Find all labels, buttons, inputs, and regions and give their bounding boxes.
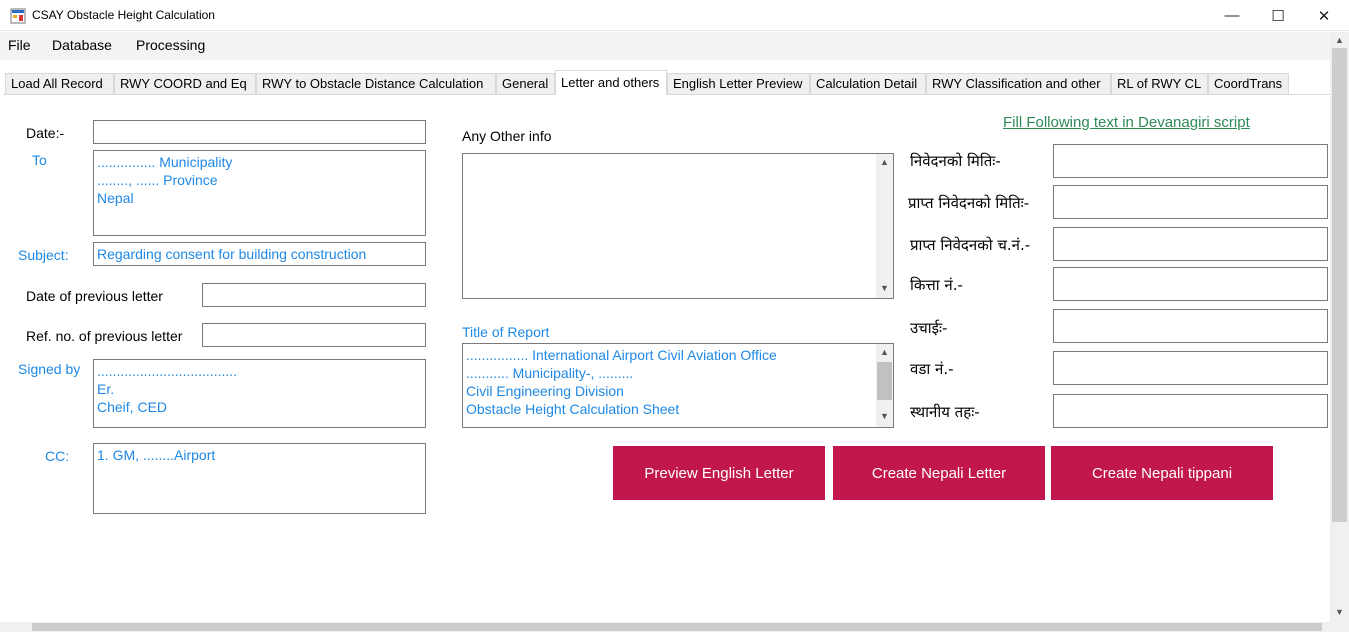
signed-by-label: Signed by xyxy=(18,361,81,377)
app-icon xyxy=(10,8,26,24)
menu-processing[interactable]: Processing xyxy=(136,37,205,53)
to-label: To xyxy=(32,152,47,168)
prev-date-label: Date of previous letter xyxy=(26,288,163,304)
tab-load-all-record[interactable]: Load All Record xyxy=(5,73,114,94)
prev-date-field[interactable] xyxy=(202,283,426,307)
window-horizontal-scroll-thumb[interactable] xyxy=(32,623,1322,631)
tab-rl-of-rwy-cl[interactable]: RL of RWY CL xyxy=(1111,73,1208,94)
close-icon: ✕ xyxy=(1317,7,1331,25)
preview-english-letter-button[interactable]: Preview English Letter xyxy=(613,446,825,500)
tab-calculation-detail[interactable]: Calculation Detail xyxy=(810,73,926,94)
minimize-button[interactable]: — xyxy=(1209,0,1255,31)
tab-english-letter-preview[interactable]: English Letter Preview xyxy=(667,73,810,94)
tab-rwy-classification[interactable]: RWY Classification and other xyxy=(926,73,1111,94)
other-info-scrollbar[interactable] xyxy=(876,154,893,298)
tab-rwy-obstacle-distance[interactable]: RWY to Obstacle Distance Calculation xyxy=(256,73,496,94)
application-date-label: निवेदनको मितिः- xyxy=(910,152,1001,170)
cc-label: CC: xyxy=(45,448,70,464)
create-nepali-letter-button[interactable]: Create Nepali Letter xyxy=(833,446,1045,500)
scroll-up-icon[interactable]: ▲ xyxy=(1331,35,1348,45)
prev-ref-label: Ref. no. of previous letter xyxy=(26,328,183,344)
date-label: Date:- xyxy=(26,125,65,141)
create-nepali-tippani-button[interactable]: Create Nepali tippani xyxy=(1051,446,1273,500)
date-field[interactable] xyxy=(93,120,426,144)
other-info-textarea[interactable] xyxy=(462,153,894,299)
local-level-field[interactable] xyxy=(1053,394,1328,428)
height-field[interactable] xyxy=(1053,309,1328,343)
height-label: उचाईः- xyxy=(910,319,948,337)
plot-number-label: कित्ता नं.- xyxy=(910,276,963,294)
application-date-field[interactable] xyxy=(1053,144,1328,178)
prev-ref-field[interactable] xyxy=(202,323,426,347)
ward-number-field[interactable] xyxy=(1053,351,1328,385)
other-info-label: Any Other info xyxy=(462,128,552,144)
tab-letter-and-others[interactable]: Letter and others xyxy=(555,70,667,95)
received-application-number-label: प्राप्त निवेदनको च.नं.- xyxy=(910,236,1031,254)
to-textarea[interactable]: ............... Municipality ........, .… xyxy=(93,150,426,236)
received-application-date-label: प्राप्त निवेदनको मितिः- xyxy=(908,194,1030,212)
tab-general[interactable]: General xyxy=(496,73,555,94)
scroll-down-icon[interactable]: ▼ xyxy=(1331,607,1348,617)
local-level-label: स्थानीय तहः- xyxy=(910,403,980,421)
menu-file[interactable]: File xyxy=(8,37,31,53)
ward-number-label: वडा नं.- xyxy=(910,360,954,378)
scroll-up-icon[interactable]: ▲ xyxy=(876,347,893,357)
cc-textarea[interactable]: 1. GM, ........Airport xyxy=(93,443,426,514)
minimize-icon: — xyxy=(1224,7,1240,24)
menu-database[interactable]: Database xyxy=(52,37,112,53)
report-title-textarea[interactable]: ................ International Airport C… xyxy=(462,343,894,428)
plot-number-field[interactable] xyxy=(1053,267,1328,301)
tab-coordtrans[interactable]: CoordTrans xyxy=(1208,73,1289,94)
received-application-date-field[interactable] xyxy=(1053,185,1328,219)
maximize-icon: ☐ xyxy=(1271,7,1285,25)
scroll-down-icon[interactable]: ▼ xyxy=(876,283,893,293)
report-title-label: Title of Report xyxy=(462,324,550,340)
received-application-number-field[interactable] xyxy=(1053,227,1328,261)
signed-by-textarea[interactable]: .................................... Er.… xyxy=(93,359,426,428)
maximize-button[interactable]: ☐ xyxy=(1255,0,1301,31)
devanagari-hint[interactable]: Fill Following text in Devanagiri script xyxy=(1003,114,1250,131)
tab-rwy-coord[interactable]: RWY COORD and Eq xyxy=(114,73,256,94)
report-title-scroll-thumb[interactable] xyxy=(877,362,892,400)
scroll-up-icon[interactable]: ▲ xyxy=(876,157,893,167)
scroll-down-icon[interactable]: ▼ xyxy=(876,411,893,421)
subject-field[interactable]: Regarding consent for building construct… xyxy=(93,242,426,266)
window-vertical-scroll-thumb[interactable] xyxy=(1332,48,1347,522)
window-title: CSAY Obstacle Height Calculation xyxy=(32,8,215,22)
subject-label: Subject: xyxy=(18,247,69,263)
close-button[interactable]: ✕ xyxy=(1301,0,1347,31)
